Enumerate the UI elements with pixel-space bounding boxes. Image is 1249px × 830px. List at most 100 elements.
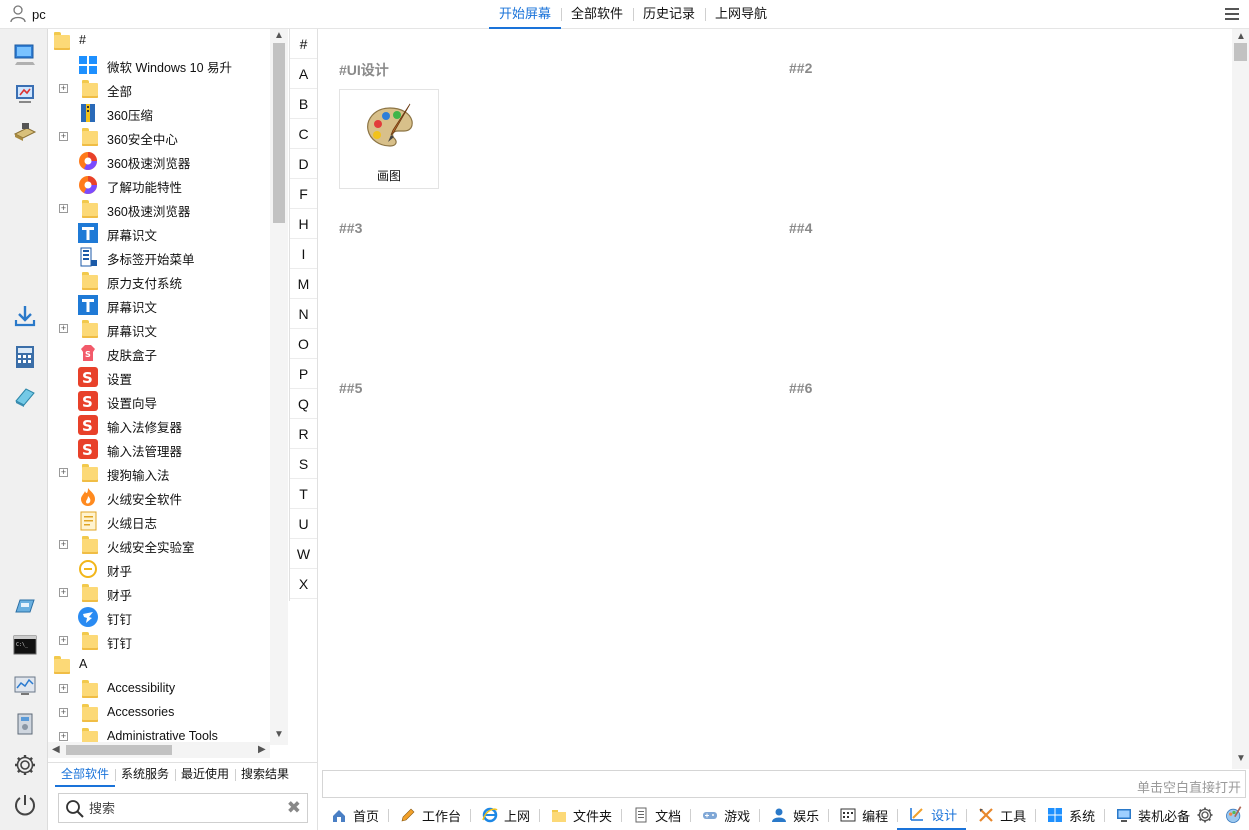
expand-icon[interactable]: + [59,84,68,93]
scroll-left-arrow-icon[interactable]: ◀ [52,744,60,755]
category-gamepad[interactable]: 游戏 [690,800,759,830]
scroll-right-arrow-icon[interactable]: ▶ [258,744,266,755]
user-account[interactable]: pc [10,5,46,23]
tree-item[interactable]: 钉钉 [48,605,270,629]
tree-tab-1[interactable]: 系统服务 [115,763,175,787]
drive-icon[interactable] [12,593,38,619]
index-letter[interactable]: T [290,479,317,509]
scroll-up-arrow-icon[interactable]: ▲ [274,30,284,41]
expand-icon[interactable]: + [59,324,68,333]
category-design[interactable]: 设计 [897,800,967,830]
expand-icon[interactable]: + [59,588,68,597]
computer-icon[interactable] [12,41,38,67]
top-tab-3[interactable]: 上网导航 [705,0,777,29]
expand-icon[interactable]: + [59,684,68,693]
index-letter[interactable]: C [290,119,317,149]
theme-palette-icon[interactable] [1224,805,1244,825]
category-code[interactable]: 编程 [828,800,897,830]
main-scroll-down-arrow-icon[interactable]: ▼ [1236,753,1246,764]
index-letter[interactable]: N [290,299,317,329]
quick-open-bar[interactable]: 单击空白直接打开 [322,770,1246,798]
tree-item[interactable]: 火绒日志 [48,509,270,533]
tree-item[interactable]: 屏幕识文 [48,221,270,245]
expand-icon[interactable]: + [59,708,68,717]
tree-item[interactable]: 微软 Windows 10 易升 [48,53,270,77]
category-tools[interactable]: 工具 [966,800,1035,830]
tree-item[interactable]: + 屏幕识文 [48,317,270,341]
expand-icon[interactable]: + [59,732,68,741]
index-letter[interactable]: W [290,539,317,569]
tree-item[interactable]: 360极速浏览器 [48,149,270,173]
tree-item[interactable]: 财乎 [48,557,270,581]
search-input[interactable] [89,798,284,818]
tree-item[interactable]: S 设置 [48,365,270,389]
index-letter[interactable]: H [290,209,317,239]
terminal-icon[interactable]: C:\_ [12,632,38,658]
tree-group-header[interactable]: # [48,29,270,53]
tree-group-header[interactable]: A [48,653,270,677]
index-letter[interactable]: S [290,449,317,479]
expand-icon[interactable]: + [59,132,68,141]
control-panel-icon[interactable] [12,81,38,107]
download-icon[interactable] [12,303,38,329]
tree-item[interactable]: + 全部 [48,77,270,101]
hamburger-menu-icon[interactable] [1225,8,1239,23]
calculator-icon[interactable] [12,344,38,370]
tree-item[interactable]: + 搜狗输入法 [48,461,270,485]
tree-item[interactable]: 多标签开始菜单 [48,245,270,269]
expand-icon[interactable]: + [59,540,68,549]
scroll-down-arrow-icon[interactable]: ▼ [274,729,284,740]
tree-item[interactable]: S 设置向导 [48,389,270,413]
category-folder[interactable]: 文件夹 [539,800,621,830]
group-title-4[interactable]: ##4 [789,220,812,236]
group-title-5[interactable]: ##5 [339,380,362,396]
tree-horizontal-scrollbar[interactable]: ◀ ▶ [48,742,270,758]
tree-item[interactable]: + 火绒安全实验室 [48,533,270,557]
device-manager-icon[interactable] [12,711,38,737]
tree-item[interactable]: 屏幕识文 [48,293,270,317]
group-title-ui-design[interactable]: #UI设计 [339,60,389,80]
tree-tab-2[interactable]: 最近使用 [175,763,235,787]
program-tree[interactable]: # 微软 Windows 10 易升 + 全部 360压缩 +360安全中心 360极速浏览… [48,29,288,759]
app-tile-paint[interactable]: 画图 [339,89,439,189]
tree-item[interactable]: 了解功能特性 [48,173,270,197]
network-icon[interactable] [12,119,38,145]
bottom-settings-gear-icon[interactable] [1196,806,1214,824]
tree-item[interactable]: + Accessories [48,701,270,725]
index-letter[interactable]: B [290,89,317,119]
tree-item[interactable]: +360极速浏览器 [48,197,270,221]
category-document[interactable]: 文档 [621,800,690,830]
main-scroll-thumb[interactable] [1234,43,1247,61]
main-vertical-scrollbar[interactable]: ▲ ▼ [1232,29,1249,769]
index-letter[interactable]: R [290,419,317,449]
tree-tab-3[interactable]: 搜索结果 [235,763,295,787]
category-monitor[interactable]: 装机必备 [1104,800,1199,830]
tree-item[interactable]: 360压缩 [48,101,270,125]
tree-tab-0[interactable]: 全部软件 [55,763,116,787]
start-screen-area[interactable] [319,29,1249,769]
index-letter[interactable]: # [290,29,317,59]
tree-item[interactable]: S 输入法修复器 [48,413,270,437]
tree-item[interactable]: 原力支付系统 [48,269,270,293]
top-tab-2[interactable]: 历史记录 [633,0,705,29]
tree-horizontal-scroll-thumb[interactable] [66,745,172,755]
eraser-icon[interactable] [12,384,38,410]
performance-monitor-icon[interactable] [12,672,38,698]
expand-icon[interactable]: + [59,204,68,213]
index-letter[interactable]: M [290,269,317,299]
group-title-3[interactable]: ##3 [339,220,362,236]
expand-icon[interactable]: + [59,636,68,645]
tree-item[interactable]: S 皮肤盒子 [48,341,270,365]
index-letter[interactable]: D [290,149,317,179]
category-windows[interactable]: 系统 [1035,800,1104,830]
tree-vertical-scroll-thumb[interactable] [273,43,285,223]
index-letter[interactable]: X [290,569,317,599]
tree-item[interactable]: + 财乎 [48,581,270,605]
index-letter[interactable]: A [290,59,317,89]
top-tab-0[interactable]: 开始屏幕 [489,0,562,29]
main-scroll-up-arrow-icon[interactable]: ▲ [1236,31,1246,42]
settings-gear-icon[interactable] [12,752,38,778]
index-letter[interactable]: O [290,329,317,359]
index-letter[interactable]: P [290,359,317,389]
category-pencil[interactable]: 工作台 [388,800,470,830]
